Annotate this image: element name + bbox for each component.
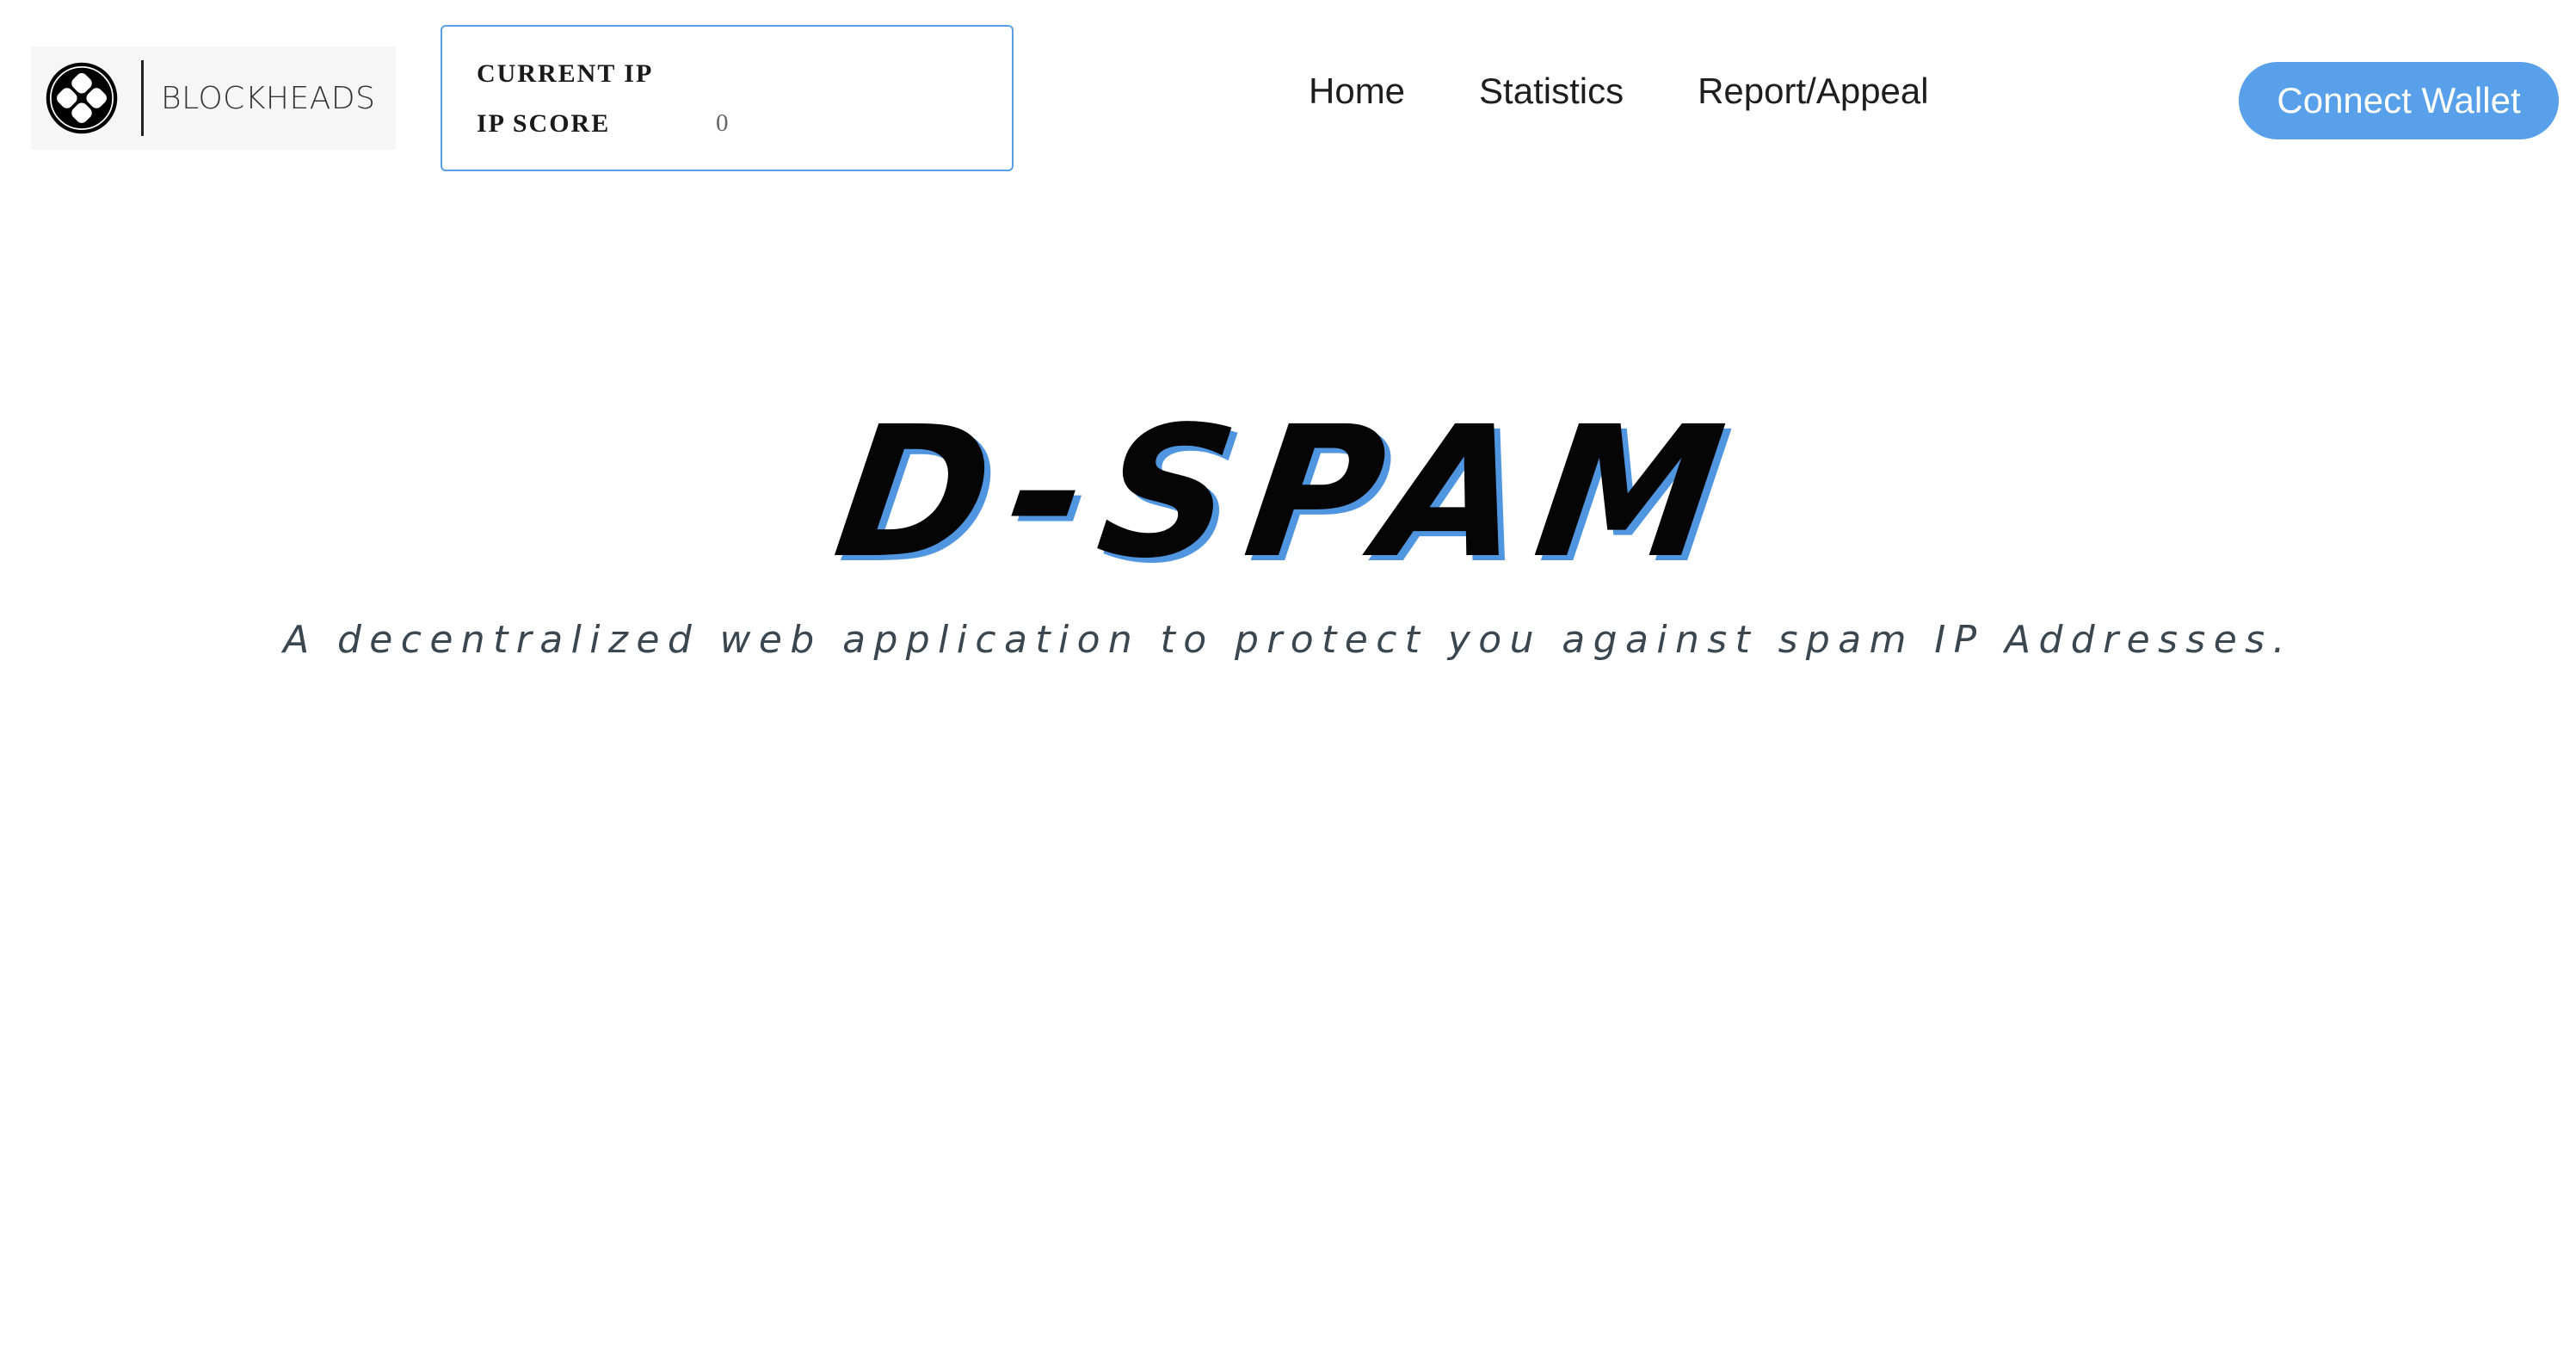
hero-title: D-SPAM [824,387,1752,598]
hero-subtitle: A decentralized web application to prote… [283,618,2293,662]
ip-info-panel: CURRENT IP IP SCORE 0 [441,25,1014,171]
blockheads-logo-icon [46,62,118,134]
main-nav: Home Statistics Report/Appeal [1309,71,1929,112]
nav-report-appeal-link[interactable]: Report/Appeal [1698,71,1929,112]
page: BLOCKHEADS CURRENT IP IP SCORE 0 Home St… [0,0,2576,1358]
logo-text: BLOCKHEADS [161,80,376,116]
logo-divider [141,60,144,136]
ip-score-value: 0 [716,109,729,137]
nav-home-link[interactable]: Home [1309,71,1405,112]
nav-statistics-link[interactable]: Statistics [1479,71,1624,112]
current-ip-label: CURRENT IP [477,59,654,88]
connect-wallet-button[interactable]: Connect Wallet [2239,62,2559,139]
ip-score-label: IP SCORE [477,109,611,138]
blockheads-logo[interactable]: BLOCKHEADS [31,46,396,150]
